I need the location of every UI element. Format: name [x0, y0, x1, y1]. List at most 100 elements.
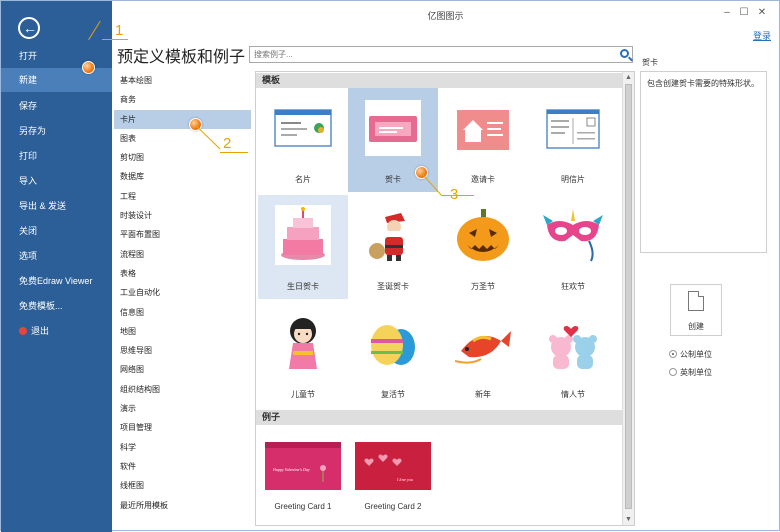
category-item[interactable]: 流程图	[114, 245, 251, 264]
category-item[interactable]: 科学	[114, 438, 251, 457]
close-icon[interactable]: ✕	[755, 7, 769, 19]
template-tile-halloween[interactable]: 万圣节	[438, 195, 528, 299]
category-item[interactable]: 工业自动化	[114, 283, 251, 302]
sidebar-item-import[interactable]: 导入	[1, 169, 112, 193]
back-button[interactable]: ←	[18, 17, 40, 39]
template-label: 生日贺卡	[287, 282, 319, 291]
search-icon[interactable]	[620, 49, 629, 58]
window-title: 亿图图示	[427, 11, 464, 21]
scrollbar[interactable]: ▲ ▼	[622, 72, 634, 525]
easter-egg-icon	[371, 325, 415, 365]
business-card-icon	[274, 109, 332, 147]
sidebar-item-export-send[interactable]: 导出 & 发送	[1, 194, 112, 218]
category-item[interactable]: 商务	[114, 90, 251, 109]
metric-label: 公制单位	[680, 350, 712, 359]
sidebar-item-free-templates[interactable]: 免费模板...	[1, 294, 112, 318]
create-label: 创建	[688, 322, 704, 331]
template-tile-new-year[interactable]: 新年	[438, 303, 528, 407]
scroll-thumb[interactable]	[625, 84, 632, 509]
search-input[interactable]	[250, 47, 610, 62]
template-tile-postcard[interactable]: 明信片	[528, 88, 618, 192]
category-item[interactable]: 网络图	[114, 360, 251, 379]
carnival-mask-icon	[543, 209, 603, 262]
santa-claus-icon	[369, 210, 408, 261]
radio-imperial[interactable]: 英制单位	[669, 367, 712, 378]
back-arrow-icon: ←	[23, 20, 37, 36]
sidebar-item-edraw-viewer[interactable]: 免费Edraw Viewer	[1, 269, 112, 293]
template-tile-easter[interactable]: 复活节	[348, 303, 438, 407]
template-label: 复活节	[381, 390, 405, 399]
sidebar-item-save-as[interactable]: 另存为	[1, 119, 112, 143]
callout-marker-1	[82, 61, 95, 74]
template-tile-birthday-card[interactable]: 生日贺卡	[258, 195, 348, 299]
category-item[interactable]: 演示	[114, 399, 251, 418]
app-window: ← 打开 新建 保存 另存为 打印 导入 导出 & 发送 关闭 选项 免费Edr…	[0, 0, 780, 532]
callout-number-3: 3	[450, 186, 459, 203]
page-title: 预定义模板和例子	[117, 49, 246, 66]
template-tile-childrens-day[interactable]: 儿童节	[258, 303, 348, 407]
category-item[interactable]: 项目管理	[114, 418, 251, 437]
example-tile-greeting-card-2[interactable]: I love you Greeting Card 2	[348, 442, 438, 522]
sidebar-item-options[interactable]: 选项	[1, 244, 112, 268]
koi-fish-icon	[454, 331, 511, 364]
sidebar-item-open[interactable]: 打开	[1, 44, 112, 68]
example-tile-greeting-card-1[interactable]: Happy Valentine's Day Greeting Card 1	[258, 442, 348, 522]
example-label: Greeting Card 2	[364, 502, 422, 511]
scroll-down-icon[interactable]: ▼	[623, 514, 634, 525]
greeting-card-icon	[365, 100, 421, 156]
invitation-card-icon	[457, 110, 509, 150]
login-link[interactable]: 登录	[753, 29, 771, 42]
category-item[interactable]: 线框图	[114, 476, 251, 495]
description-title: 贺卡	[642, 58, 658, 67]
template-label: 新年	[475, 390, 491, 399]
template-label: 名片	[295, 175, 311, 184]
postcard-icon	[546, 109, 600, 149]
sidebar-item-close[interactable]: 关闭	[1, 219, 112, 243]
template-tile-invitation[interactable]: 邀请卡	[438, 88, 528, 192]
category-item[interactable]: 信息图	[114, 303, 251, 322]
template-label: 情人节	[561, 390, 585, 399]
category-item[interactable]: 平面布置图	[114, 225, 251, 244]
template-tile-valentines[interactable]: 情人节	[528, 303, 618, 407]
template-tile-carnival[interactable]: 狂欢节	[528, 195, 618, 299]
category-item[interactable]: 基本绘图	[114, 71, 251, 90]
create-button[interactable]: 创建	[670, 284, 722, 336]
category-item[interactable]: 时装设计	[114, 206, 251, 225]
radio-unselected-icon	[669, 367, 677, 376]
callout-line-1b	[102, 39, 128, 40]
scroll-up-icon[interactable]: ▲	[623, 72, 634, 83]
templates-section-header: 模板	[256, 73, 622, 88]
template-tile-business-card[interactable]: 名片	[258, 88, 348, 192]
callout-number-2: 2	[223, 135, 232, 152]
category-item-selected[interactable]: 卡片	[114, 109, 251, 129]
greeting-card-2-text: I love you	[396, 477, 413, 482]
greeting-card-1-text: Happy Valentine's Day	[272, 467, 310, 472]
sidebar-item-save[interactable]: 保存	[1, 94, 112, 118]
category-item[interactable]: 组织结构图	[114, 380, 251, 399]
description-box: 包含创建贺卡需要的特殊形状。	[640, 71, 767, 253]
category-item[interactable]: 软件	[114, 457, 251, 476]
sidebar-item-print[interactable]: 打印	[1, 144, 112, 168]
category-item[interactable]: 地图	[114, 322, 251, 341]
category-item[interactable]: 思维导图	[114, 341, 251, 360]
radio-metric[interactable]: 公制单位	[669, 349, 712, 360]
category-item[interactable]: 最近所用模板	[114, 496, 251, 515]
category-item[interactable]: 工程	[114, 187, 251, 206]
callout-line-2b	[220, 152, 248, 153]
search-box	[249, 46, 633, 63]
greeting-card-2-thumbnail: I love you	[355, 442, 431, 490]
maximize-icon[interactable]: ☐	[737, 7, 751, 19]
minimize-icon[interactable]: –	[720, 7, 734, 19]
template-label: 邀请卡	[471, 175, 495, 184]
greeting-card-1-thumbnail: Happy Valentine's Day	[265, 442, 341, 490]
exit-label: 退出	[31, 326, 50, 336]
category-item[interactable]: 表格	[114, 264, 251, 283]
sidebar-item-exit[interactable]: 退出	[1, 319, 112, 343]
template-tile-christmas[interactable]: 圣诞贺卡	[348, 195, 438, 299]
titlebar: 亿图图示 – ☐ ✕	[112, 1, 779, 27]
sidebar-item-new[interactable]: 新建	[1, 68, 112, 92]
template-label: 狂欢节	[561, 282, 585, 291]
new-document-icon	[688, 291, 704, 311]
category-item[interactable]: 数据库	[114, 167, 251, 186]
template-label: 圣诞贺卡	[377, 282, 409, 291]
